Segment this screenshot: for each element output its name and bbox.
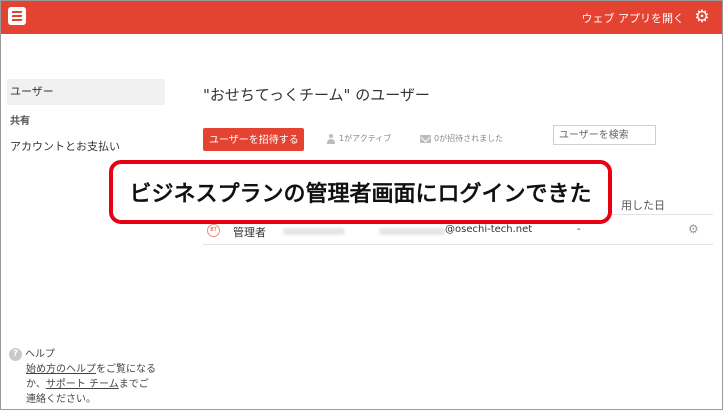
search-users-input[interactable] — [553, 125, 656, 145]
column-header-last-used[interactable]: 用した日 — [621, 197, 665, 213]
help-block: ? ヘルプ 始め方のヘルプをご覧になる か、サポート チームまでご 連絡ください… — [9, 347, 169, 407]
help-line1-rest: をご覧になる — [96, 364, 156, 375]
todoist-logo-icon[interactable] — [8, 7, 26, 25]
getting-started-link[interactable]: 始め方のヘルプ — [26, 364, 96, 375]
help-line2-prefix: か、 — [26, 379, 46, 390]
support-team-link[interactable]: サポート チーム — [46, 379, 119, 390]
annotation-text: ビジネスプランの管理者画面にログインできた — [129, 182, 592, 207]
user-last-used: - — [577, 224, 581, 235]
help-icon: ? — [9, 348, 22, 361]
active-count-text: 1がアクティブ — [339, 134, 392, 143]
table-row-divider — [203, 244, 713, 245]
sidebar-item-billing[interactable]: アカウントとお支払い — [10, 138, 120, 154]
redacted-text — [379, 228, 445, 235]
page-title: "おせちてっくチーム" のユーザー — [203, 86, 430, 104]
gear-icon[interactable]: ⚙ — [692, 7, 712, 27]
sidebar-heading-shared: 共有 — [10, 116, 30, 127]
row-gear-icon[interactable]: ⚙ — [688, 222, 699, 236]
avatar: BT — [207, 224, 220, 237]
annotation-callout: ビジネスプランの管理者画面にログインできた — [109, 160, 612, 224]
mail-icon — [420, 134, 431, 143]
help-title: ? ヘルプ — [9, 347, 169, 362]
top-bar: ウェブ アプリを開く ⚙ — [1, 1, 722, 34]
invited-count-text: 0が招待されました — [434, 134, 504, 143]
open-web-app-link[interactable]: ウェブ アプリを開く — [582, 10, 685, 26]
help-line2-rest: までご — [118, 379, 149, 390]
active-count: 1がアクティブ — [326, 133, 391, 144]
user-name: 管理者 — [233, 226, 266, 239]
app-window: ウェブ アプリを開く ⚙ ユーザー 共有 アカウントとお支払い ? ヘルプ 始め… — [0, 0, 723, 410]
invite-users-button[interactable]: ユーザーを招待する — [203, 128, 304, 151]
help-text: 始め方のヘルプをご覧になる か、サポート チームまでご 連絡ください。 — [9, 362, 169, 407]
invited-count: 0が招待されました — [420, 133, 503, 144]
redacted-text — [283, 228, 345, 235]
sidebar-item-users[interactable]: ユーザー — [7, 79, 165, 105]
help-line3: 連絡ください。 — [26, 394, 96, 405]
user-email: @osechi-tech.net — [445, 224, 533, 235]
help-title-text: ヘルプ — [25, 349, 55, 360]
person-icon — [326, 133, 336, 144]
